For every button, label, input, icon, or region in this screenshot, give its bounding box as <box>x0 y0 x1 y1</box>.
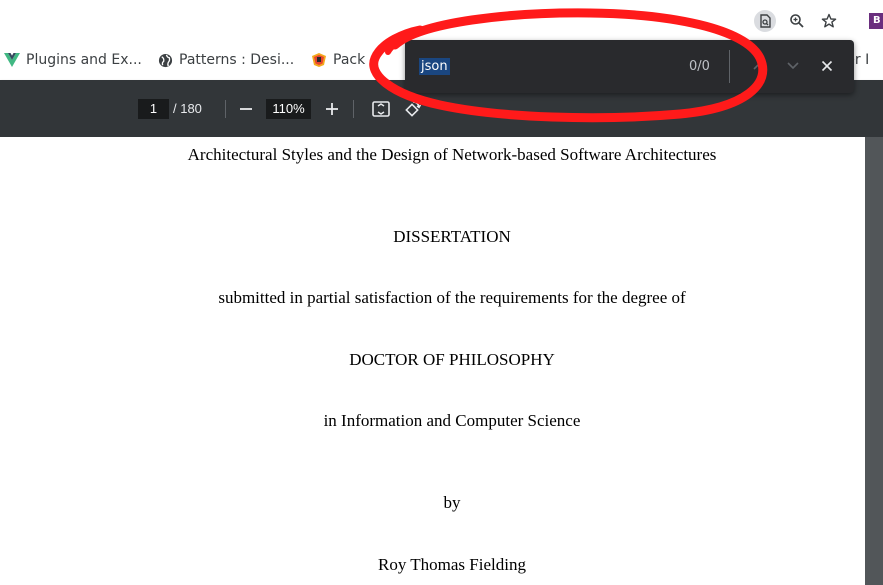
page-total: / 180 <box>173 101 202 116</box>
chevron-up-icon <box>753 62 765 70</box>
find-in-page-icon[interactable] <box>754 10 776 32</box>
star-icon[interactable] <box>818 10 840 32</box>
rotate-icon <box>405 101 422 117</box>
find-result-count: 0/0 <box>689 59 710 74</box>
chevron-down-icon <box>787 62 799 70</box>
find-query: json <box>419 58 450 75</box>
bookmark-packt[interactable]: Pack <box>311 50 365 70</box>
document-field: in Information and Computer Science <box>323 411 581 430</box>
extension-icon[interactable]: B <box>869 13 883 29</box>
bookmark-plugins[interactable]: Plugins and Ex... <box>4 50 142 70</box>
document-degree: DOCTOR OF PHILOSOPHY <box>349 350 555 369</box>
find-close-button[interactable] <box>817 56 837 76</box>
find-bar: json 0/0 <box>405 40 854 93</box>
document-title: Architectural Styles and the Design of N… <box>187 145 717 164</box>
pdf-page: Architectural Styles and the Design of N… <box>0 137 865 585</box>
bookmark-label: Plugins and Ex... <box>26 52 142 68</box>
toolbar-divider <box>225 100 226 118</box>
document-author: Roy Thomas Fielding <box>378 555 526 574</box>
plus-icon <box>326 103 338 115</box>
fit-to-page-button[interactable] <box>370 98 392 120</box>
document-by: by <box>443 493 461 512</box>
vue-logo-icon <box>4 52 20 68</box>
bookmark-patterns[interactable]: Patterns : Desi... <box>157 50 294 70</box>
bookmark-label: Pack <box>333 52 366 68</box>
zoom-icon[interactable] <box>786 10 808 32</box>
zoom-in-button[interactable] <box>322 98 342 120</box>
zoom-out-button[interactable] <box>236 98 256 120</box>
viewer-background <box>865 137 883 585</box>
close-icon <box>821 60 833 72</box>
find-next-button[interactable] <box>783 56 803 76</box>
packt-logo-icon <box>311 52 327 68</box>
rotate-button[interactable] <box>402 98 424 120</box>
find-input[interactable]: json <box>419 57 450 77</box>
toolbar-divider <box>353 100 354 118</box>
document-submitted-line: submitted in partial satisfaction of the… <box>218 288 686 307</box>
find-previous-button[interactable] <box>749 56 769 76</box>
page-number-input[interactable]: 1 <box>138 99 169 119</box>
fit-page-icon <box>372 101 390 117</box>
bookmark-label: Patterns : Desi... <box>179 52 295 68</box>
zoom-level-input[interactable]: 110% <box>266 99 311 119</box>
browser-toolbar: B <box>0 0 883 40</box>
find-divider <box>729 50 730 83</box>
minus-icon <box>240 108 252 110</box>
document-type: DISSERTATION <box>393 227 511 246</box>
globe-icon <box>157 52 173 68</box>
